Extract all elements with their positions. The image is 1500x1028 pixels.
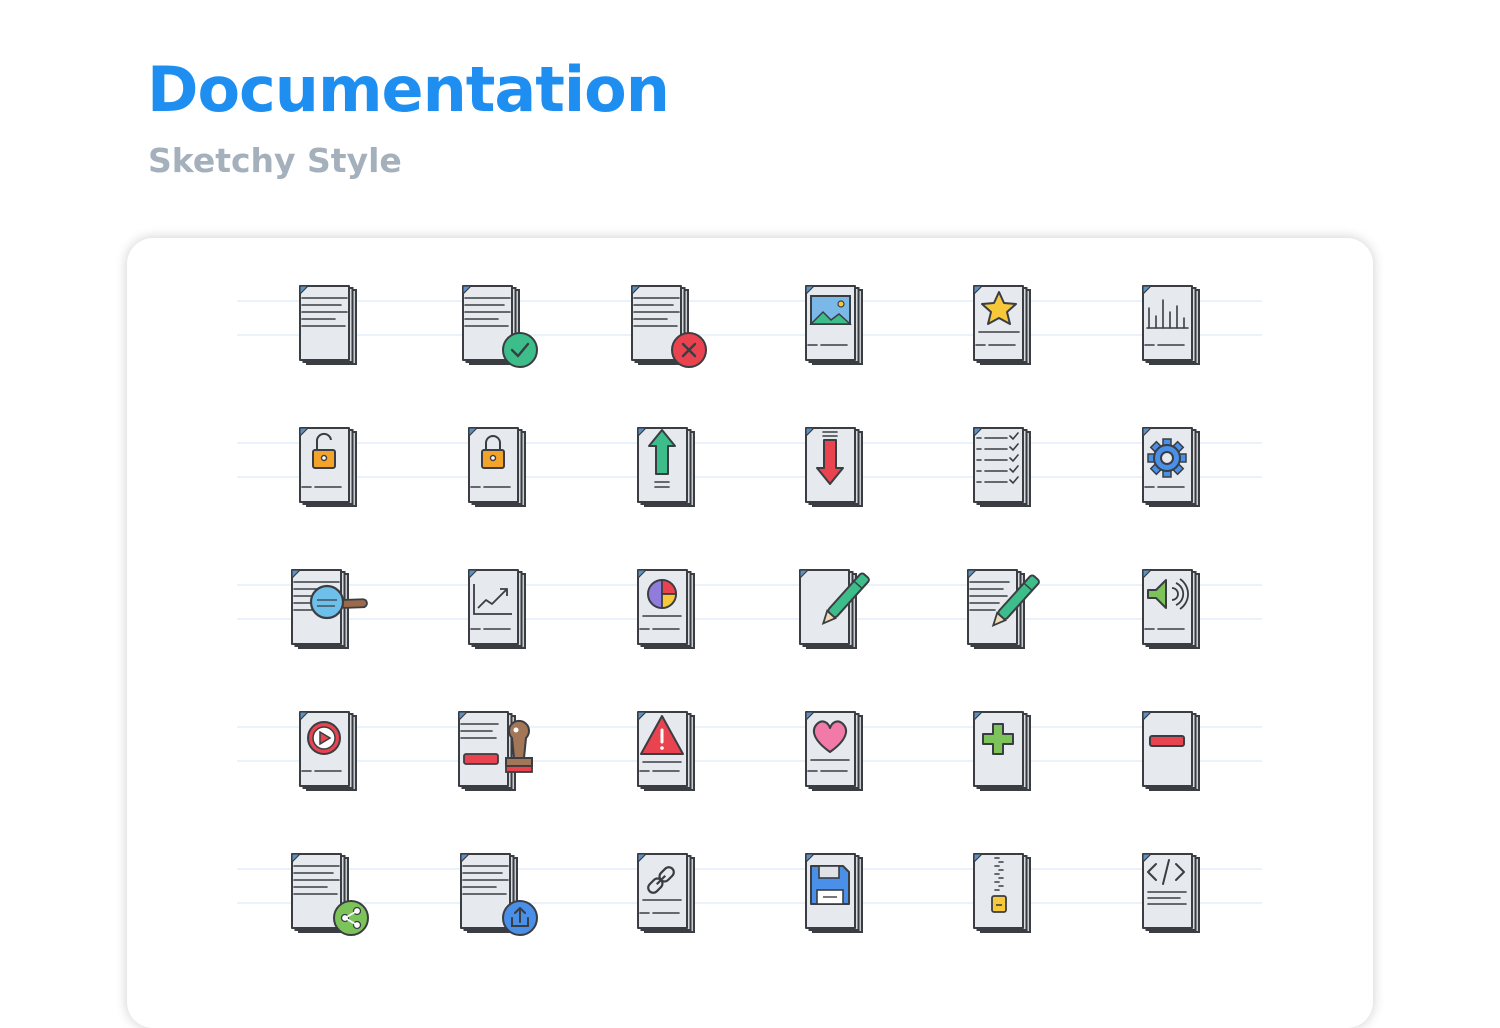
document-export-icon bbox=[460, 853, 538, 936]
document-remove-icon bbox=[1142, 711, 1200, 791]
document-zip-icon bbox=[973, 853, 1031, 933]
document-checklist-icon bbox=[973, 427, 1031, 507]
icon-grid bbox=[237, 285, 1262, 936]
document-video-icon bbox=[299, 711, 357, 791]
document-share-icon bbox=[291, 853, 369, 936]
page-subtitle: Sketchy Style bbox=[148, 141, 402, 180]
document-icon bbox=[299, 285, 357, 365]
document-unlock-icon bbox=[299, 427, 357, 507]
document-upload-arrow-icon bbox=[637, 427, 695, 507]
document-delete-icon bbox=[631, 285, 707, 368]
document-add-icon bbox=[973, 711, 1031, 791]
document-warning-icon bbox=[637, 711, 695, 791]
document-settings-icon bbox=[1142, 427, 1200, 507]
document-favorite-icon bbox=[805, 711, 863, 791]
document-save-icon bbox=[805, 853, 863, 933]
document-check-icon bbox=[462, 285, 538, 368]
document-link-icon bbox=[637, 853, 695, 933]
document-code-icon bbox=[1142, 853, 1200, 933]
document-stamp-icon bbox=[458, 711, 533, 791]
document-audio-icon bbox=[1142, 569, 1200, 649]
document-image-icon bbox=[805, 285, 863, 365]
document-pie-chart-icon bbox=[637, 569, 695, 649]
document-edit-pen-icon bbox=[799, 569, 870, 649]
document-write-pen-icon bbox=[967, 569, 1040, 649]
document-download-arrow-icon bbox=[805, 427, 863, 507]
document-bar-chart-icon bbox=[1142, 285, 1200, 365]
icon-set-card bbox=[127, 238, 1373, 1028]
document-lock-icon bbox=[468, 427, 526, 507]
document-star-icon bbox=[973, 285, 1031, 365]
document-search-icon bbox=[291, 569, 368, 649]
document-line-chart-icon bbox=[468, 569, 526, 649]
page-title: Documentation bbox=[147, 53, 670, 126]
